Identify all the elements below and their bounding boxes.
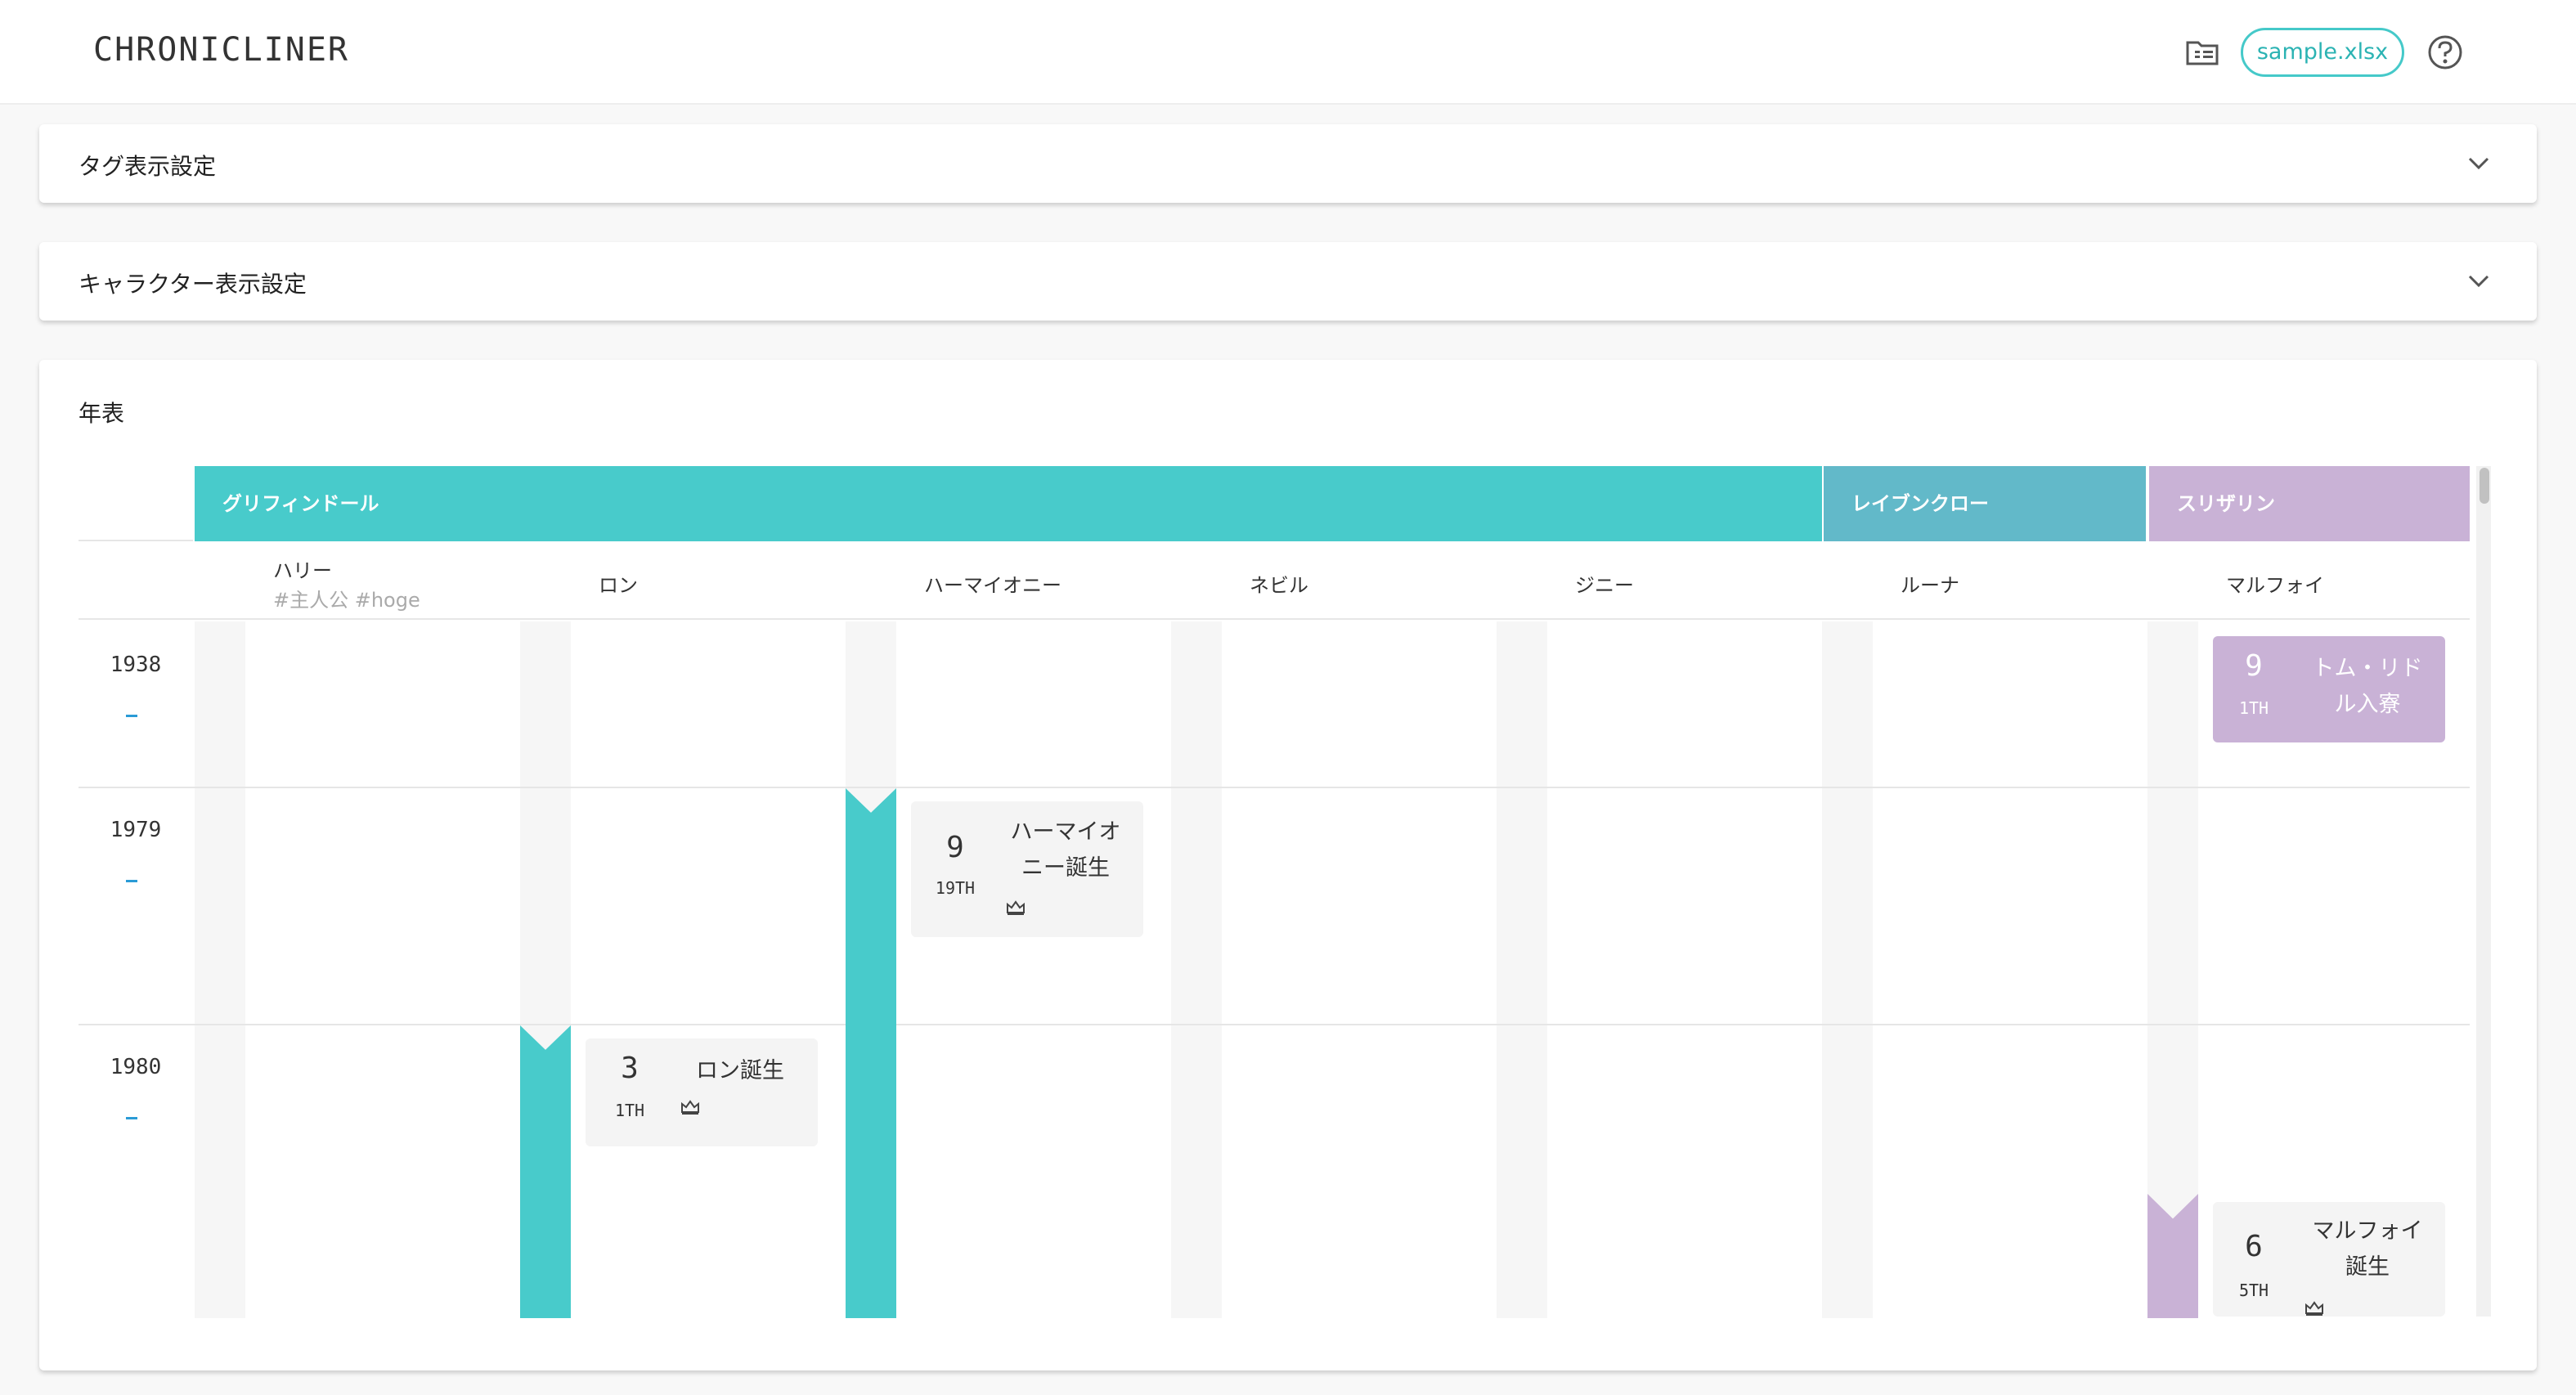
- event-title: ロン誕生: [696, 1058, 784, 1083]
- collapse-toggle[interactable]: [126, 1117, 137, 1119]
- character-harry[interactable]: ハリー: [273, 554, 332, 583]
- character-ron[interactable]: ロン: [599, 569, 638, 598]
- event-card[interactable]: 9 1TH トム・リド ル入寮: [2213, 636, 2445, 742]
- event-day: 5TH: [2238, 1281, 2269, 1300]
- event-title: マルフォイ 誕生: [2312, 1218, 2423, 1280]
- year-row-divider: [79, 1024, 2470, 1025]
- header-divider: [79, 618, 2470, 620]
- group-label: スリザリン: [2177, 492, 2275, 515]
- life-track-ginny: [1497, 621, 1547, 1318]
- birth-crown-icon: [681, 1100, 699, 1115]
- lifespan-hermione: [846, 788, 896, 1318]
- collapse-toggle[interactable]: [126, 715, 137, 717]
- character-neville[interactable]: ネビル: [1250, 569, 1308, 598]
- help-icon[interactable]: [2427, 34, 2463, 70]
- collapse-toggle[interactable]: [126, 880, 137, 882]
- birth-crown-icon: [1007, 900, 1025, 915]
- group-label: グリフィンドール: [222, 492, 379, 515]
- header-divider: [79, 540, 193, 541]
- life-track-neville: [1171, 621, 1222, 1318]
- event-month: 6: [2245, 1230, 2263, 1263]
- event-month: 3: [621, 1052, 639, 1085]
- app-logo[interactable]: CHRONICLINER: [93, 31, 349, 69]
- year-label: 1980: [110, 1055, 162, 1079]
- timeline-scrollbar-thumb[interactable]: [2480, 468, 2489, 504]
- life-track-luna: [1822, 621, 1873, 1318]
- app-header: CHRONICLINER sample.xlsx: [0, 0, 2576, 105]
- event-month: 9: [946, 831, 964, 864]
- chevron-down-icon[interactable]: [2466, 155, 2491, 172]
- event-title: トム・リド ル入寮: [2312, 656, 2423, 717]
- event-card[interactable]: 3 1TH ロン誕生: [586, 1038, 818, 1146]
- event-day: 19TH: [935, 878, 976, 898]
- year-label: 1938: [110, 653, 162, 677]
- group-ravenclaw: レイブンクロー: [1824, 466, 2146, 541]
- character-hermione[interactable]: ハーマイオニー: [924, 569, 1061, 598]
- timeline-title: 年表: [79, 400, 125, 427]
- folder-icon[interactable]: [2185, 36, 2219, 69]
- event-day: 1TH: [2238, 698, 2269, 718]
- lifespan-ron: [520, 1025, 571, 1318]
- tag-settings-panel[interactable]: タグ表示設定: [39, 124, 2537, 203]
- event-day: 1TH: [614, 1101, 645, 1120]
- file-name-button[interactable]: sample.xlsx: [2241, 28, 2404, 77]
- life-track-harry: [195, 621, 245, 1318]
- tag-settings-title: タグ表示設定: [79, 153, 217, 180]
- character-tags: #主人公 #hoge: [273, 589, 420, 612]
- character-settings-title: キャラクター表示設定: [79, 271, 307, 298]
- lifespan-malfoy: [2147, 1194, 2198, 1318]
- character-malfoy[interactable]: マルフォイ: [2226, 569, 2324, 598]
- group-gryffindor: グリフィンドール: [195, 466, 1822, 541]
- year-row-divider: [79, 787, 2470, 788]
- event-card[interactable]: 9 19TH ハーマイオ ニー誕生: [911, 801, 1143, 937]
- event-month: 9: [2245, 649, 2263, 683]
- chevron-down-icon[interactable]: [2466, 273, 2491, 289]
- timeline-scrollbar[interactable]: [2476, 466, 2491, 1317]
- event-card[interactable]: 6 5TH マルフォイ 誕生: [2213, 1202, 2445, 1317]
- group-label: レイブンクロー: [1851, 492, 1989, 515]
- character-ginny[interactable]: ジニー: [1575, 569, 1634, 598]
- character-luna[interactable]: ルーナ: [1901, 569, 1959, 598]
- year-label: 1979: [110, 818, 162, 842]
- birth-crown-icon: [2305, 1301, 2323, 1316]
- character-settings-panel[interactable]: キャラクター表示設定: [39, 242, 2537, 321]
- group-slytherin: スリザリン: [2149, 466, 2470, 541]
- event-title: ハーマイオ ニー誕生: [1010, 819, 1121, 881]
